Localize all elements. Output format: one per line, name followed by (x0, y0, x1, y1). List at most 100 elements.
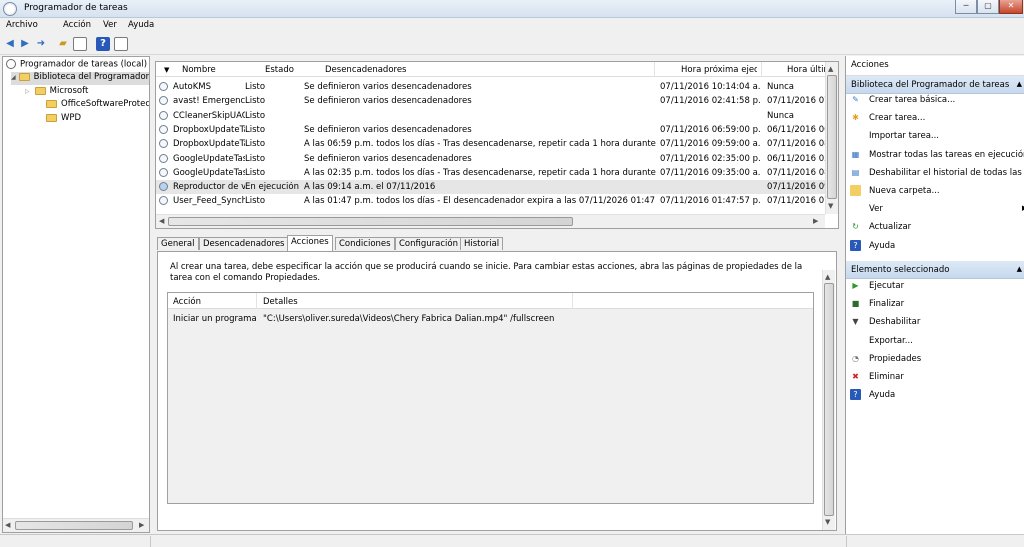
collapse-icon[interactable]: ▲ (1017, 265, 1022, 273)
menu-accion[interactable]: Acción (63, 20, 91, 30)
scroll-right-icon[interactable]: ▶ (813, 217, 818, 225)
action-ayuda[interactable]: ? Ayuda (850, 239, 896, 256)
action-exportar[interactable]: Exportar... (850, 334, 913, 351)
table-row[interactable]: User_Feed_SynchronizationListo A las 01:4… (156, 194, 830, 208)
scroll-up-icon[interactable]: ▲ (828, 65, 833, 73)
task-trigger: A las 02:35 p.m. todos los días - Tras d… (304, 167, 656, 178)
action-actualizar[interactable]: ↻ Actualizar (850, 221, 911, 237)
action-ejecutar[interactable]: ▶ Ejecutar (850, 280, 904, 296)
tab-general[interactable]: General (157, 237, 199, 250)
task-clock-icon (159, 96, 168, 106)
scroll-thumb[interactable] (15, 521, 133, 530)
task-list-vertical-scrollbar[interactable]: ▲ ▼ (825, 62, 838, 214)
table-row[interactable]: DropboxUpdateTaskMachineCoreListo Se defi… (156, 123, 830, 137)
task-last-run: 07/11/2016 07: (767, 96, 827, 107)
up-folder-icon[interactable]: ▰ (56, 37, 70, 51)
show-hide-action-pane-icon[interactable] (114, 37, 128, 51)
menu-archivo[interactable]: Archivo (6, 20, 38, 30)
table-row[interactable]: Iniciar un programa "C:\Users\oliver.sur… (168, 312, 813, 326)
tree-root[interactable]: Programador de tareas (local) (6, 59, 147, 72)
tree-item-wpd[interactable]: WPD (46, 113, 81, 126)
scroll-left-icon[interactable]: ◀ (159, 217, 164, 225)
tab-configuracion[interactable]: Configuración (395, 237, 462, 250)
scroll-down-icon[interactable]: ▼ (825, 518, 830, 526)
col-desencadenadores[interactable]: Desencadenadores (325, 65, 407, 75)
tab-historial[interactable]: Historial (460, 237, 504, 250)
action-mostrar-todas-las-tareas-en-ejecución[interactable]: ▦ Mostrar todas las tareas en ejecución (850, 148, 1024, 165)
action-finalizar[interactable]: ■ Finalizar (850, 298, 904, 314)
col-nombre[interactable]: Nombre (182, 65, 216, 75)
action-deshabilitar-el-historial-de-todas-las-tareas[interactable]: ▤ Deshabilitar el historial de todas las … (850, 166, 1024, 183)
table-row[interactable]: CCleanerSkipUAC Listo Nunca (156, 109, 830, 123)
scroll-thumb[interactable] (168, 217, 573, 226)
section-elemento-seleccionado[interactable]: Elemento seleccionado ▲ (846, 261, 1024, 279)
action-ver[interactable]: Ver▶ (850, 203, 1024, 219)
task-name: GoogleUpdateTaskMachineCore (173, 153, 245, 164)
action-label: Ayuda (869, 240, 896, 251)
action-propiedades[interactable]: ◔ Propiedades (850, 352, 921, 369)
col-detalles[interactable]: Detalles (263, 297, 298, 307)
table-row[interactable]: DropboxUpdateTaskMachineUAListo A las 06:… (156, 137, 830, 151)
task-trigger: Se definieron varios desencadenadores (304, 82, 472, 92)
col-estado[interactable]: Estado (265, 65, 294, 75)
action-ayuda[interactable]: ? Ayuda (850, 389, 895, 405)
status-bar (0, 534, 1024, 547)
maximize-button[interactable]: ▢ (977, 0, 999, 14)
task-last-run: 06/11/2016 05: (767, 153, 827, 164)
table-row[interactable]: Reproductor de videoEn ejecución A las 09… (156, 180, 830, 195)
actions-pane-title: Acciones (846, 56, 1024, 76)
task-status: Listo (245, 167, 266, 178)
action-crear-tarea-básica[interactable]: ✎ Crear tarea básica... (850, 94, 955, 110)
tab-acciones[interactable]: Acciones (287, 235, 333, 251)
action-eliminar[interactable]: ✖ Eliminar (850, 371, 904, 387)
menu-ayuda[interactable]: Ayuda (128, 20, 154, 30)
table-row[interactable]: AutoKMS Listo Se definieron varios desenca… (156, 80, 830, 94)
close-button[interactable]: ✕ (999, 0, 1023, 14)
scroll-down-icon[interactable]: ▼ (828, 202, 833, 210)
col-accion[interactable]: Acción (173, 297, 201, 307)
col-divider[interactable] (572, 293, 573, 309)
col-divider[interactable] (256, 293, 257, 309)
new-task-icon: ✱ (850, 112, 861, 124)
col-divider[interactable] (761, 62, 762, 77)
table-row[interactable]: GoogleUpdateTaskMachineUAListo A las 02:3… (156, 166, 830, 180)
toolbar: ◀ ▶ ➜ ▰ ? (0, 34, 1024, 55)
back-forward-icon[interactable]: ➜ (34, 37, 48, 51)
action-nueva-carpeta[interactable]: Nueva carpeta... (850, 185, 940, 201)
tree-horizontal-scrollbar[interactable]: ◀ ▶ (3, 518, 149, 532)
scroll-thumb[interactable] (824, 283, 834, 516)
expand-arrow-icon[interactable]: ◢ (11, 74, 16, 81)
show-hide-console-tree-icon[interactable] (73, 37, 87, 51)
forward-arrow-icon[interactable]: ▶ (18, 37, 32, 51)
detail-vertical-scrollbar[interactable]: ▲ ▼ (822, 270, 835, 530)
menu-ver[interactable]: Ver (103, 20, 117, 30)
section-biblioteca[interactable]: Biblioteca del Programador de tareas ▲ (846, 76, 1024, 94)
table-row[interactable]: GoogleUpdateTaskMachineCoreListo Se defin… (156, 152, 830, 166)
action-deshabilitar[interactable]: ▼ Deshabilitar (850, 316, 920, 332)
task-name: GoogleUpdateTaskMachineUA (173, 167, 245, 178)
tab-desencadenadores[interactable]: Desencadenadores (199, 237, 289, 250)
col-hora-ultima[interactable]: Hora última ejecución (787, 65, 829, 75)
help-icon[interactable]: ? (96, 37, 110, 51)
action-importar-tarea[interactable]: Importar tarea... (850, 130, 939, 146)
minimize-button[interactable]: ─ (955, 0, 977, 14)
task-list-horizontal-scrollbar[interactable]: ◀ ▶ (156, 214, 825, 228)
tree-item-microsoft[interactable]: ▷ Microsoft (25, 86, 88, 99)
scroll-up-icon[interactable]: ▲ (825, 273, 830, 281)
expand-arrow-icon[interactable]: ▷ (25, 88, 30, 95)
folder-icon (46, 113, 57, 122)
scroll-right-icon[interactable]: ▶ (139, 521, 144, 529)
tab-condiciones[interactable]: Condiciones (335, 237, 395, 250)
scroll-thumb[interactable] (827, 75, 837, 199)
tree-item-officesoftwareprotection[interactable]: OfficeSoftwareProtectionPlatform (46, 99, 149, 112)
action-label: Eliminar (869, 372, 904, 382)
scroll-left-icon[interactable]: ◀ (5, 521, 10, 529)
action-crear-tarea[interactable]: ✱ Crear tarea... (850, 112, 925, 128)
col-hora-proxima[interactable]: Hora próxima ejecución (681, 65, 757, 75)
table-row[interactable]: avast! Emergency UpdateListo Se definiero… (156, 94, 830, 108)
collapse-icon[interactable]: ▲ (1017, 80, 1022, 88)
back-arrow-icon[interactable]: ◀ (3, 37, 17, 51)
col-divider[interactable] (654, 62, 655, 77)
tree-item-library[interactable]: ◢ Biblioteca del Programador de tareas (11, 72, 149, 85)
action-type: Iniciar un programa (173, 314, 257, 324)
